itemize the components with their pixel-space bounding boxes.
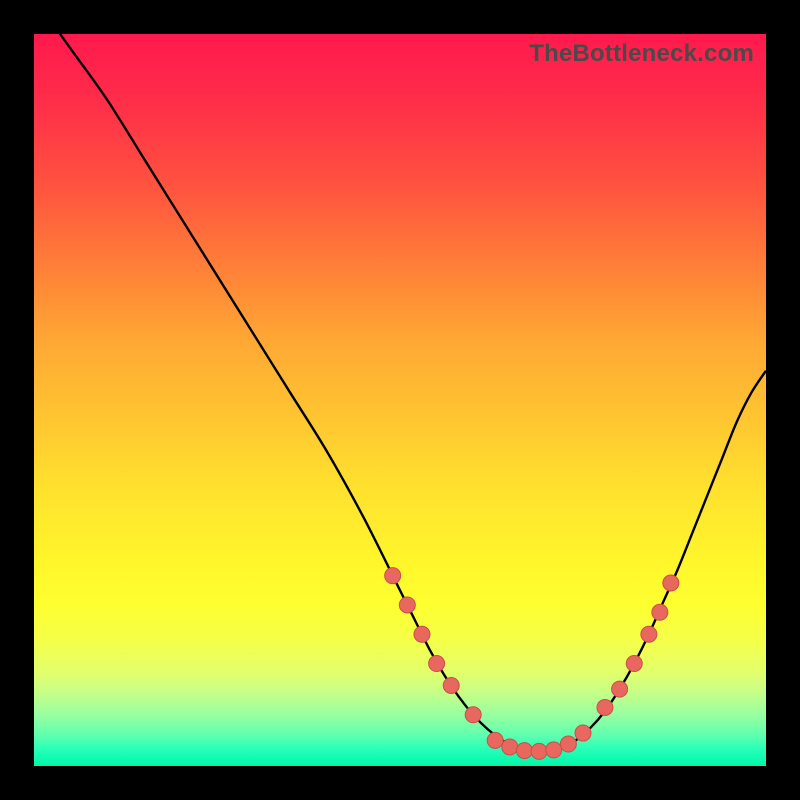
bottleneck-curve <box>34 34 766 766</box>
curve-marker <box>575 725 591 741</box>
curve-marker <box>443 677 459 693</box>
curve-marker <box>465 707 481 723</box>
curve-markers <box>385 568 679 760</box>
curve-marker <box>612 681 628 697</box>
curve-marker <box>560 736 576 752</box>
curve-marker <box>487 732 503 748</box>
chart-container: TheBottleneck.com <box>0 0 800 800</box>
curve-marker <box>385 568 401 584</box>
curve-marker <box>516 743 532 759</box>
curve-marker <box>546 742 562 758</box>
curve-marker <box>663 575 679 591</box>
curve-marker <box>652 604 668 620</box>
curve-marker <box>429 656 445 672</box>
curve-marker <box>399 597 415 613</box>
curve-marker <box>502 739 518 755</box>
curve-marker <box>531 743 547 759</box>
curve-marker <box>414 626 430 642</box>
attribution-link[interactable]: TheBottleneck.com <box>529 40 754 68</box>
curve-marker <box>626 656 642 672</box>
curve-marker <box>597 699 613 715</box>
curve-line <box>34 34 766 752</box>
curve-marker <box>641 626 657 642</box>
plot-area: TheBottleneck.com <box>34 34 766 766</box>
